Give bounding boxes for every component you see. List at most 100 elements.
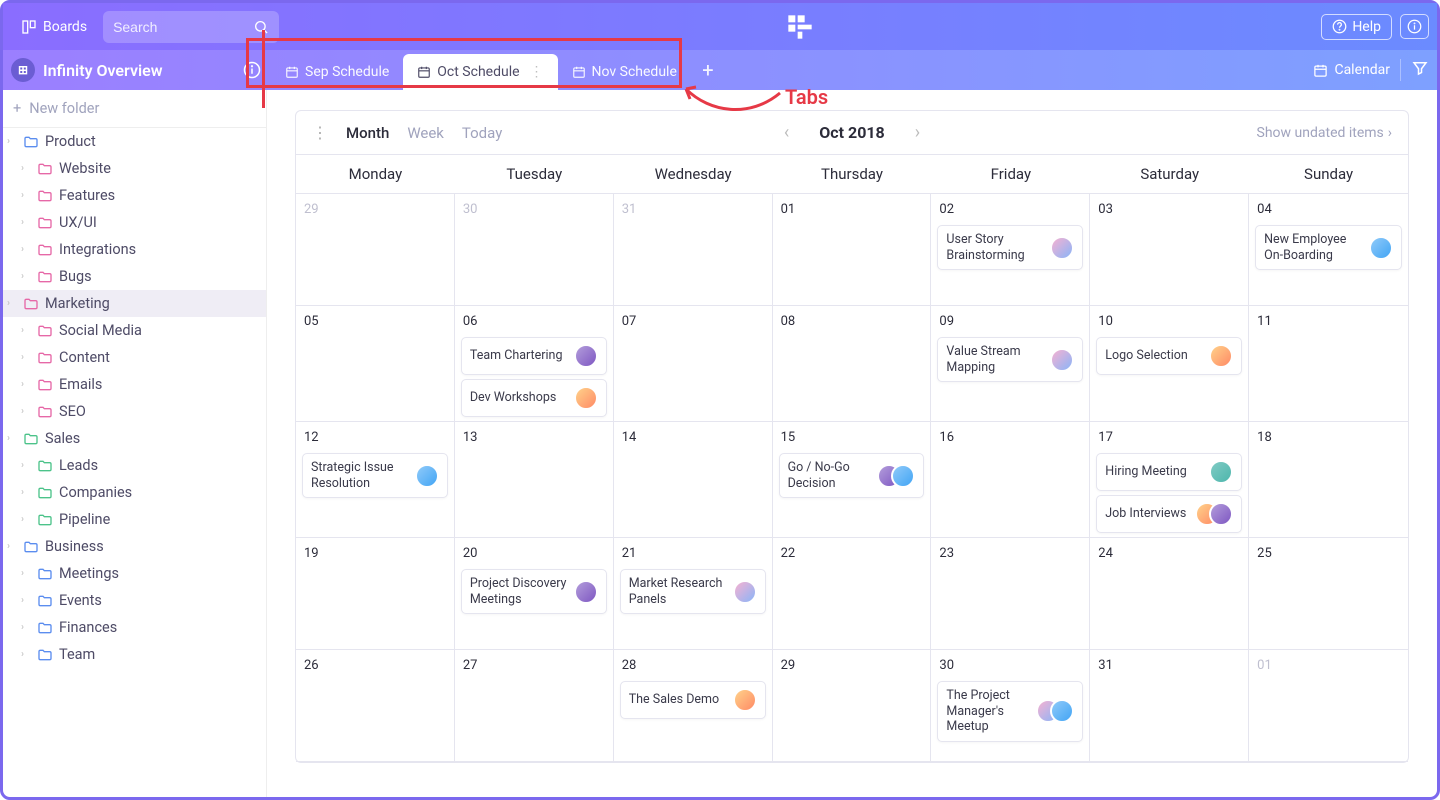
day-cell[interactable]: 31 (1090, 650, 1249, 762)
day-number: 10 (1096, 310, 1242, 333)
event-card[interactable]: Strategic Issue Resolution (302, 453, 448, 498)
sidebar-item-sales[interactable]: ›Sales (3, 425, 266, 452)
sidebar-item-seo[interactable]: ›SEO (3, 398, 266, 425)
sidebar-item-pipeline[interactable]: ›Pipeline (3, 506, 266, 533)
event-card[interactable]: Job Interviews (1096, 495, 1242, 533)
sidebar-item-social-media[interactable]: ›Social Media (3, 317, 266, 344)
day-cell[interactable]: 29 (773, 650, 932, 762)
next-month-button[interactable]: › (915, 122, 920, 143)
sidebar-item-meetings[interactable]: ›Meetings (3, 560, 266, 587)
day-cell[interactable]: 19 (296, 538, 455, 650)
sidebar-item-marketing[interactable]: ›Marketing (3, 290, 266, 317)
prev-month-button[interactable]: ‹ (784, 122, 789, 143)
event-card[interactable]: Logo Selection (1096, 337, 1242, 375)
chevron-icon: › (7, 433, 17, 444)
view-switcher[interactable]: Calendar (1313, 62, 1390, 78)
day-cell[interactable]: 06Team CharteringDev Workshops (455, 306, 614, 422)
help-button[interactable]: Help (1321, 14, 1392, 40)
day-cell[interactable]: 10 Logo Selection (1090, 306, 1249, 422)
day-cell[interactable]: 20Project Discovery Meetings (455, 538, 614, 650)
day-cell[interactable]: 11 (1249, 306, 1408, 422)
search-input[interactable] (113, 19, 253, 35)
chevron-icon: › (7, 298, 17, 309)
event-card[interactable]: Market Research Panels (620, 569, 766, 614)
event-card[interactable]: New Employee On-Boarding (1255, 225, 1402, 270)
day-cell[interactable]: 16 (931, 422, 1090, 538)
day-cell[interactable]: 09Value Stream Mapping (931, 306, 1090, 422)
event-card[interactable]: The Sales Demo (620, 681, 766, 719)
day-cell[interactable]: 26 (296, 650, 455, 762)
day-cell[interactable]: 22 (773, 538, 932, 650)
sidebar-item-integrations[interactable]: ›Integrations (3, 236, 266, 263)
sidebar-item-bugs[interactable]: ›Bugs (3, 263, 266, 290)
day-cell[interactable]: 23 (931, 538, 1090, 650)
workspace-info-icon[interactable] (243, 61, 261, 79)
sidebar-item-events[interactable]: ›Events (3, 587, 266, 614)
event-title: Project Discovery Meetings (470, 576, 568, 607)
sidebar-item-ux-ui[interactable]: ›UX/UI (3, 209, 266, 236)
more-icon[interactable]: ⋮ (312, 123, 328, 142)
event-card[interactable]: Project Discovery Meetings (461, 569, 607, 614)
day-cell[interactable]: 03 (1090, 194, 1249, 306)
boards-button[interactable]: Boards (11, 13, 97, 41)
day-cell[interactable]: 27 (455, 650, 614, 762)
day-cell[interactable]: 18 (1249, 422, 1408, 538)
sidebar-item-website[interactable]: ›Website (3, 155, 266, 182)
mode-today[interactable]: Today (462, 124, 502, 142)
new-folder-button[interactable]: + New folder (3, 90, 266, 128)
day-cell[interactable]: 28The Sales Demo (614, 650, 773, 762)
sidebar-item-business[interactable]: ›Business (3, 533, 266, 560)
day-cell[interactable]: 29 (296, 194, 455, 306)
day-cell[interactable]: 08 (773, 306, 932, 422)
sidebar-item-team[interactable]: ›Team (3, 641, 266, 668)
tab-menu-icon[interactable]: ⋮ (530, 64, 544, 80)
event-card[interactable]: The Project Manager's Meetup (937, 681, 1083, 742)
day-cell[interactable]: 15Go / No-Go Decision (773, 422, 932, 538)
event-card[interactable]: Go / No-Go Decision (779, 453, 925, 498)
avatar (574, 580, 598, 604)
sidebar-item-product[interactable]: ›Product (3, 128, 266, 155)
day-cell[interactable]: 07 (614, 306, 773, 422)
calendar-grid: 2930310102User Story Brainstorming0304Ne… (296, 194, 1408, 762)
search-box[interactable] (103, 11, 279, 43)
sidebar-item-emails[interactable]: ›Emails (3, 371, 266, 398)
day-cell[interactable]: 30 (455, 194, 614, 306)
tab-sep-schedule[interactable]: Sep Schedule (271, 54, 403, 90)
day-cell[interactable]: 31 (614, 194, 773, 306)
sidebar-item-label: Pipeline (59, 511, 110, 528)
show-undated-button[interactable]: Show undated items › (1257, 125, 1392, 141)
event-card[interactable]: Team Chartering (461, 337, 607, 375)
day-cell[interactable]: 21Market Research Panels (614, 538, 773, 650)
mode-week[interactable]: Week (407, 124, 444, 142)
event-card[interactable]: Value Stream Mapping (937, 337, 1083, 382)
sidebar-item-finances[interactable]: ›Finances (3, 614, 266, 641)
tab-oct-schedule[interactable]: Oct Schedule⋮ (403, 54, 557, 90)
sidebar-item-companies[interactable]: ›Companies (3, 479, 266, 506)
day-cell[interactable]: 17Hiring MeetingJob Interviews (1090, 422, 1249, 538)
day-cell[interactable]: 05 (296, 306, 455, 422)
chevron-icon: › (7, 136, 17, 147)
chevron-icon: › (21, 406, 31, 417)
info-button[interactable] (1400, 14, 1429, 39)
day-cell[interactable]: 01 (1249, 650, 1408, 762)
day-cell[interactable]: 12Strategic Issue Resolution (296, 422, 455, 538)
day-cell[interactable]: 01 (773, 194, 932, 306)
day-cell[interactable]: 02User Story Brainstorming (931, 194, 1090, 306)
chevron-icon: › (21, 622, 31, 633)
filter-button[interactable] (1400, 59, 1429, 81)
sidebar-item-features[interactable]: ›Features (3, 182, 266, 209)
day-cell[interactable]: 13 (455, 422, 614, 538)
event-card[interactable]: Dev Workshops (461, 379, 607, 417)
event-card[interactable]: User Story Brainstorming (937, 225, 1083, 270)
mode-month[interactable]: Month (346, 124, 389, 142)
day-number: 23 (937, 542, 1083, 565)
day-cell[interactable]: 25 (1249, 538, 1408, 650)
day-cell[interactable]: 14 (614, 422, 773, 538)
sidebar-item-leads[interactable]: ›Leads (3, 452, 266, 479)
day-cell[interactable]: 24 (1090, 538, 1249, 650)
sidebar-item-content[interactable]: ›Content (3, 344, 266, 371)
tab-nov-schedule[interactable]: Nov Schedule (558, 54, 691, 90)
event-card[interactable]: Hiring Meeting (1096, 453, 1242, 491)
day-cell[interactable]: 30The Project Manager's Meetup (931, 650, 1090, 762)
day-cell[interactable]: 04New Employee On-Boarding (1249, 194, 1408, 306)
